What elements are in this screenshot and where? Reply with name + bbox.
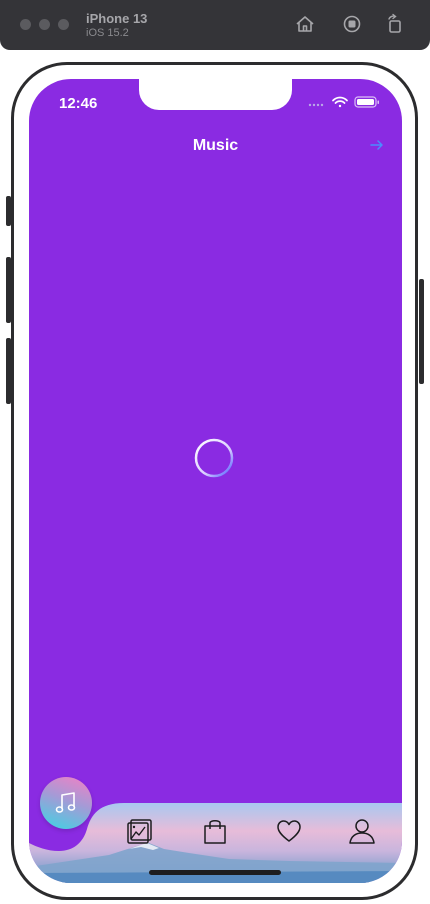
screenshot-icon[interactable] [341,13,363,35]
zoom-window-button[interactable] [58,19,69,30]
heart-icon[interactable] [275,817,303,845]
notch [139,79,292,110]
user-icon[interactable] [348,817,376,845]
rotate-icon[interactable] [384,13,406,35]
close-window-button[interactable] [20,19,31,30]
app-screen: 12:46 Music [29,79,402,883]
photo-chart-icon[interactable] [126,817,154,845]
battery-icon [354,96,379,108]
power-button [419,279,424,384]
shopping-bag-icon[interactable] [201,817,229,845]
home-icon[interactable] [294,13,316,35]
wifi-icon [332,96,348,108]
simulator-titlebar: iPhone 13 iOS 15.2 [0,0,430,50]
device-name: iPhone 13 [86,11,148,26]
arrow-right-icon[interactable] [370,139,384,151]
music-note-icon [55,792,76,813]
spinner-icon [194,438,234,478]
status-icons [308,96,379,108]
status-time: 12:46 [59,95,98,112]
signal-icon [308,103,324,107]
os-version: iOS 15.2 [86,27,129,39]
page-title: Music [192,137,239,154]
home-indicator[interactable] [149,870,281,875]
music-tab-button[interactable] [40,777,92,829]
minimize-window-button[interactable] [39,19,50,30]
